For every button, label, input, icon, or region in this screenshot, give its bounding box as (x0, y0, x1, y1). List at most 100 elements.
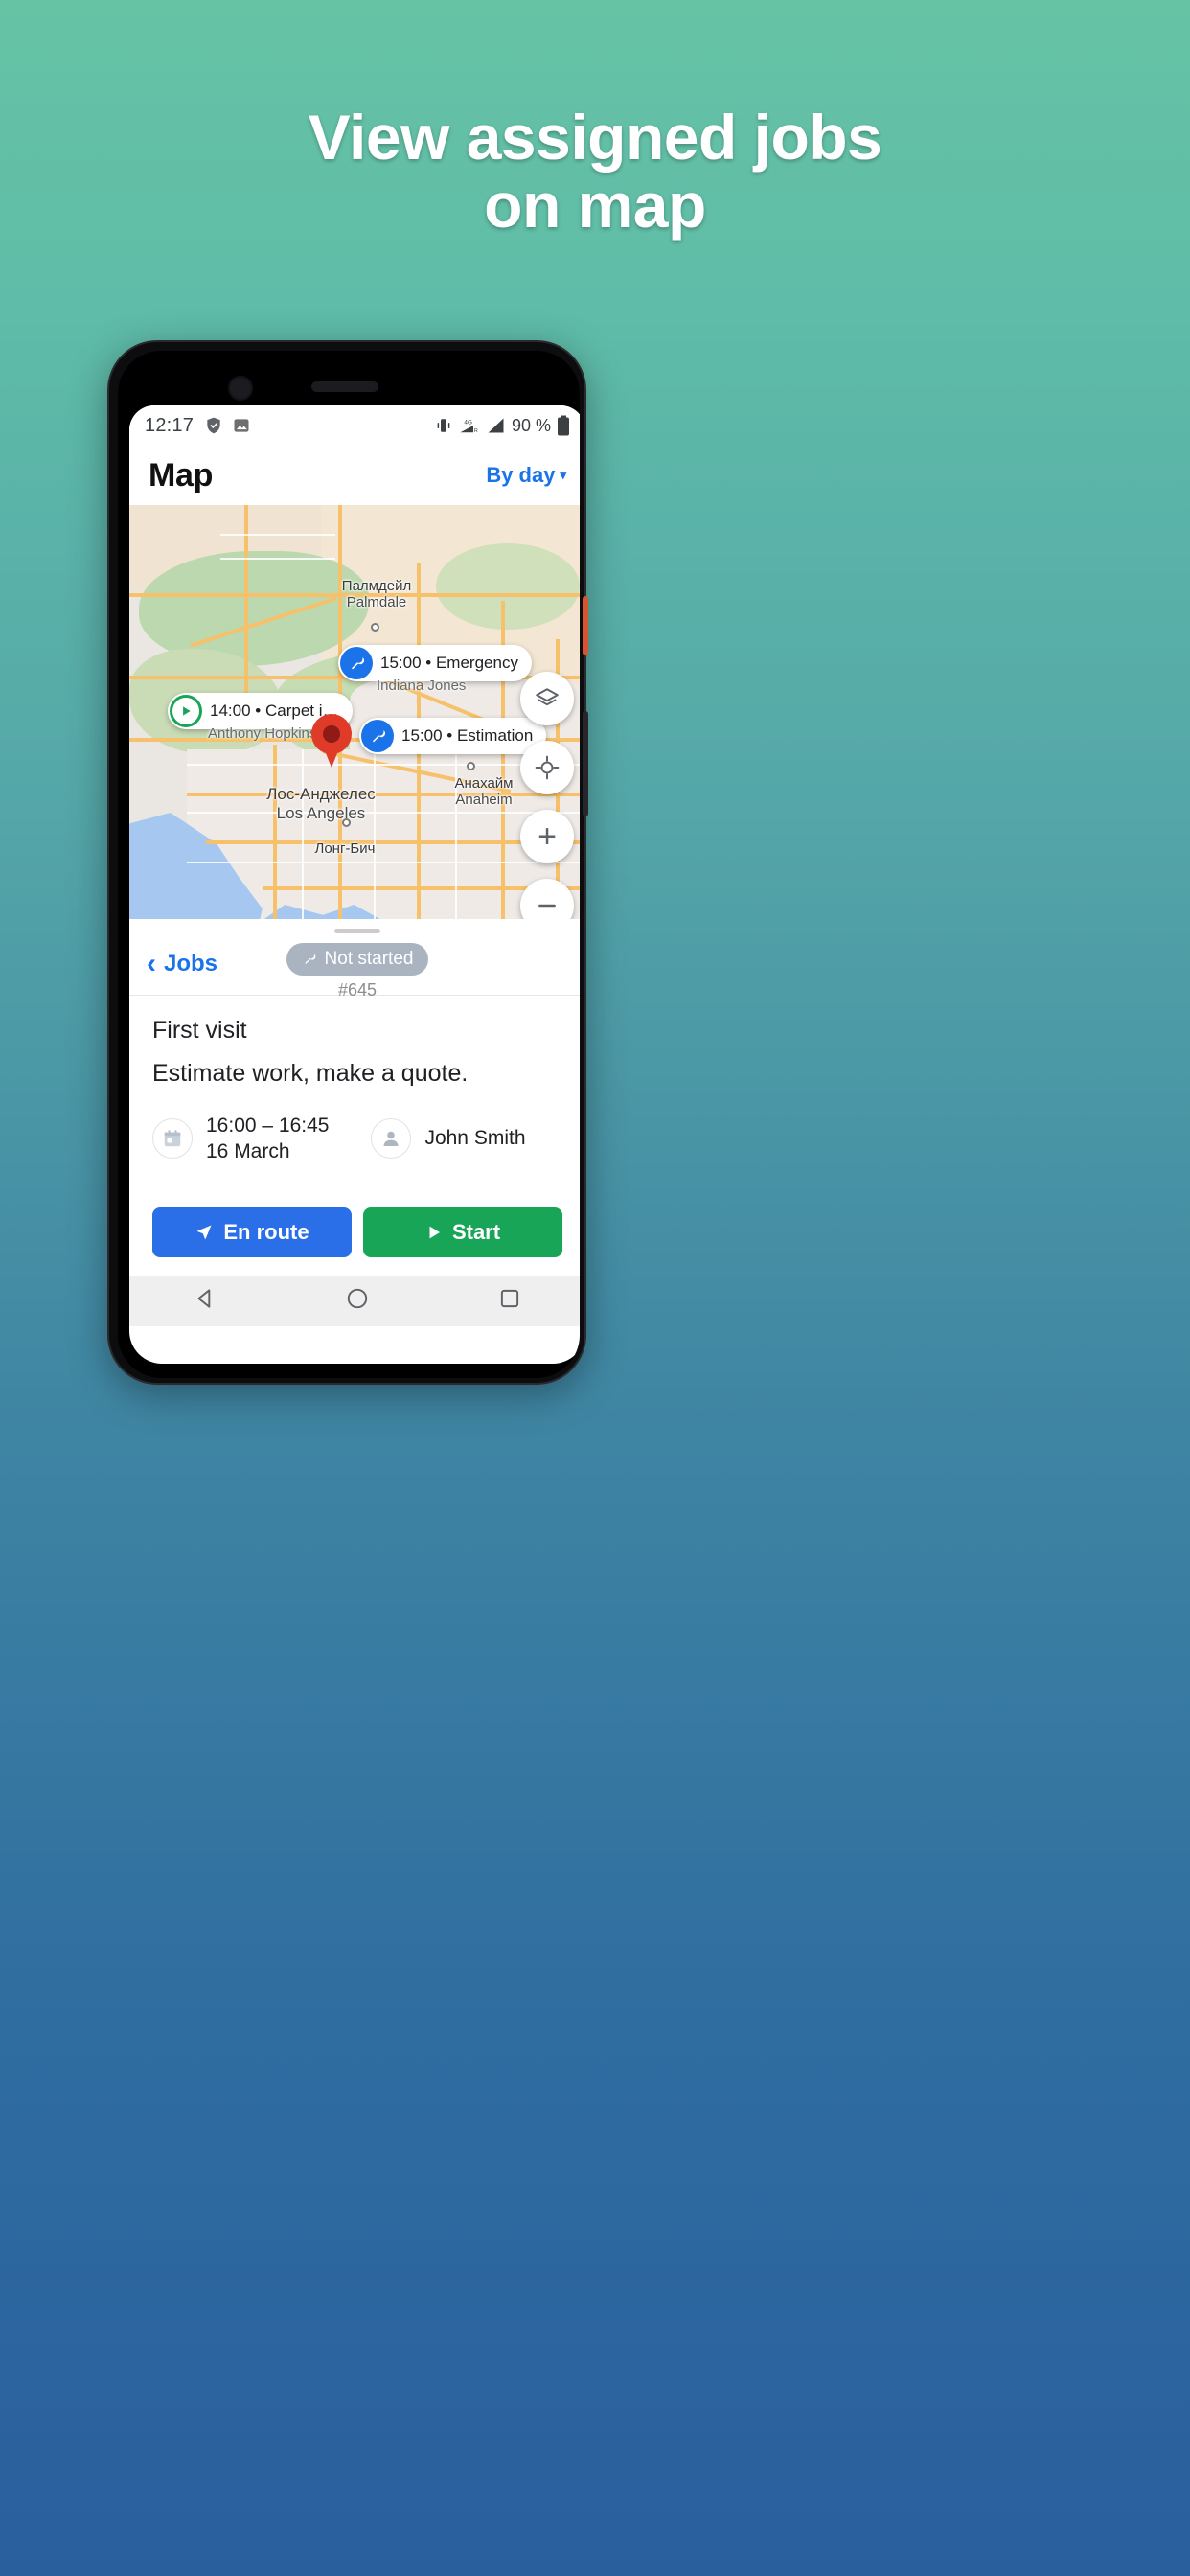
page-headline: View assigned jobs on map (0, 102, 1190, 242)
job-detail-sheet: ‹ Jobs Not started #645 First visit Esti… (129, 929, 580, 1326)
wrench-icon (361, 720, 394, 752)
place-dot-anaheim (467, 762, 475, 770)
terrain-forest-north (436, 543, 580, 630)
status-badge[interactable]: Not started (286, 943, 429, 976)
layers-icon (536, 688, 559, 706)
play-icon (170, 695, 202, 727)
road-vertical-5 (273, 745, 277, 919)
back-triangle-icon (197, 1289, 211, 1308)
earpiece-speaker (311, 381, 378, 392)
nav-recents-button[interactable] (497, 1286, 522, 1316)
page-title: Map (149, 456, 214, 494)
avatar (371, 1118, 412, 1160)
back-to-jobs-label: Jobs (164, 951, 218, 977)
street-minor-8 (220, 558, 335, 560)
street-minor-3 (187, 862, 580, 863)
estimation-time: 15:00 (401, 726, 443, 745)
status-bar: 12:17 4G R 90 % (129, 405, 580, 446)
map-job-marker-emergency-person: Indiana Jones (377, 678, 467, 694)
phone-screen: 12:17 4G R 90 % Map By day ▾ Палмдейл Pa… (129, 405, 580, 1364)
battery-icon (558, 415, 569, 436)
visit-title: First visit (152, 1017, 247, 1044)
place-label-los-angeles: Лос-Анджелес Los Angeles (235, 785, 407, 822)
front-camera-icon (228, 376, 253, 401)
place-label-anaheim-en: Anaheim (455, 792, 513, 809)
job-assignee-group: John Smith (371, 1118, 526, 1160)
vibrate-icon (437, 419, 450, 432)
place-dot-long-beach (342, 818, 351, 827)
svg-text:R: R (474, 428, 478, 434)
by-day-label: By day (486, 463, 556, 487)
signal-4g-icon: 4G R (460, 419, 478, 434)
signal-bars-icon (488, 418, 504, 433)
calendar-icon (152, 1118, 193, 1160)
image-icon (234, 419, 249, 432)
job-assignee-name: John Smith (424, 1127, 526, 1150)
status-right-icons: 4G R 90 % (435, 415, 570, 436)
wrench-icon (340, 647, 373, 679)
place-label-palmdale: Палмдейл Palmdale (300, 578, 453, 611)
map-canvas[interactable]: Палмдейл Palmdale Лос-Анджелес Los Angel… (129, 505, 580, 919)
job-schedule: 16:00 – 16:45 16 March (206, 1113, 329, 1165)
wrench-icon (304, 954, 315, 964)
phone-bezel: 12:17 4G R 90 % Map By day ▾ Палмдейл Pa… (118, 351, 580, 1378)
headline-line-2: on map (484, 170, 706, 242)
my-location-button[interactable] (520, 741, 574, 794)
recents-square-icon (500, 1289, 518, 1308)
selected-job-pin[interactable] (311, 714, 352, 770)
place-label-la-ru: Лос-Анджелес (266, 785, 376, 803)
place-dot-palmdale (371, 623, 379, 632)
back-to-jobs-button[interactable]: ‹ Jobs (147, 950, 217, 978)
street-minor-7 (220, 534, 335, 536)
my-location-icon (535, 755, 560, 780)
map-job-marker-estimation-label: 15:00 • Estimation (401, 726, 533, 746)
marker-separator-2: • (255, 702, 262, 720)
phone-volume-button[interactable] (583, 711, 588, 816)
phone-power-button[interactable] (583, 596, 588, 656)
nav-back-button[interactable] (193, 1286, 217, 1316)
nav-home-button[interactable] (345, 1286, 370, 1316)
chevron-left-icon: ‹ (147, 948, 156, 979)
map-zoom-in-button[interactable]: + (520, 810, 574, 863)
by-day-filter-button[interactable]: By day ▾ (486, 463, 566, 488)
place-label-long-beach-ru: Лонг-Бич (314, 840, 376, 857)
pin-hole (323, 725, 340, 743)
shield-check-icon (207, 417, 220, 434)
emergency-type: Emergency (435, 654, 518, 672)
carpet-time: 14:00 (210, 702, 251, 720)
job-time-range: 16:00 – 16:45 (206, 1115, 330, 1137)
zoom-in-icon: + (538, 818, 557, 855)
en-route-button[interactable]: En route (152, 1207, 352, 1257)
sheet-body: First visit Estimate work, make a quote. (129, 996, 580, 1165)
map-job-marker-emergency-label: 15:00 • Emergency (380, 654, 518, 673)
job-action-buttons: En route Start (129, 1207, 580, 1257)
map-job-marker-estimation[interactable]: 15:00 • Estimation (359, 718, 547, 754)
chevron-down-icon: ▾ (560, 468, 566, 482)
map-job-marker-emergency[interactable]: 15:00 • Emergency (338, 645, 532, 681)
map-job-marker-carpet-person: Anthony Hopkins (208, 725, 317, 742)
headline-line-1: View assigned jobs (308, 102, 882, 172)
pin-tip (320, 739, 343, 768)
android-nav-bar (129, 1276, 580, 1326)
start-button[interactable]: Start (363, 1207, 562, 1257)
place-label-palmdale-en: Palmdale (346, 594, 407, 611)
place-label-long-beach: Лонг-Бич (278, 840, 412, 857)
zoom-out-icon (538, 904, 556, 908)
start-label: Start (451, 1219, 501, 1244)
phone-mockup: 12:17 4G R 90 % Map By day ▾ Палмдейл Pa… (107, 340, 588, 1385)
job-date: 16 March (206, 1140, 290, 1163)
estimation-type: Estimation (456, 726, 534, 745)
place-label-la-en: Los Angeles (276, 803, 366, 822)
status-left-icons (204, 416, 251, 435)
street-minor-4 (302, 749, 304, 919)
status-badge-label: Not started (324, 949, 414, 969)
map-layers-button[interactable] (520, 672, 574, 725)
status-time: 12:17 (145, 414, 195, 436)
place-label-anaheim-ru: Анахайм (454, 775, 514, 792)
street-minor-5 (374, 749, 376, 919)
home-circle-icon (347, 1288, 368, 1309)
emergency-time: 15:00 (380, 654, 422, 672)
play-icon (429, 1226, 440, 1238)
navigation-icon (196, 1225, 212, 1240)
app-bar: Map By day ▾ (129, 446, 580, 505)
